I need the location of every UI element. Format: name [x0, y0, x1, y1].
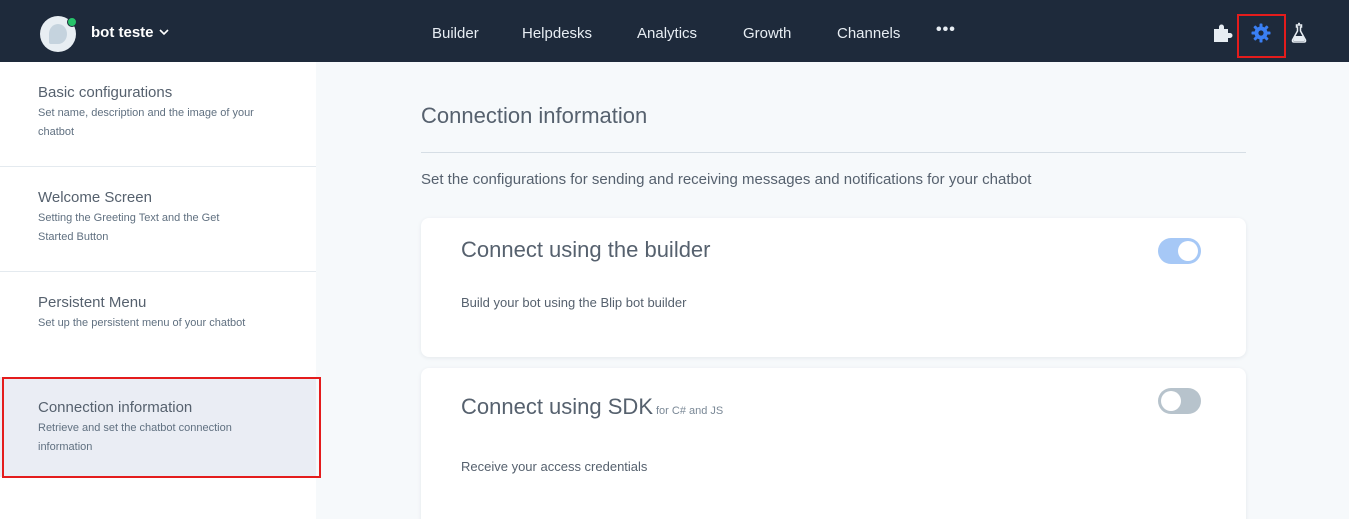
sidebar-item-welcome-screen[interactable]: Welcome Screen Setting the Greeting Text…: [0, 167, 316, 272]
title-divider: [421, 152, 1246, 153]
sidebar-item-description: Set up the persistent menu of your chatb…: [38, 317, 246, 329]
sidebar-item-title: Basic configurations: [38, 84, 173, 101]
chevron-down-icon[interactable]: [158, 26, 170, 38]
card-description: Receive your access credentials: [461, 459, 648, 474]
bot-logo-icon: [49, 24, 67, 44]
online-status-dot: [67, 17, 77, 27]
sidebar-highlight-box: [2, 377, 321, 478]
card-title-text: Connect using SDK: [461, 394, 653, 419]
sidebar-item-description: Setting the Greeting Text and the Get St…: [38, 212, 220, 243]
bot-selector-label[interactable]: bot teste: [91, 24, 154, 41]
page-description: Set the configurations for sending and r…: [421, 171, 1032, 188]
nav-analytics[interactable]: Analytics: [637, 25, 697, 42]
nav-growth[interactable]: Growth: [743, 25, 791, 42]
builder-connection-card: Connect using the builder Build your bot…: [421, 218, 1246, 357]
flask-icon[interactable]: [1288, 22, 1310, 44]
top-navbar: bot teste Builder Helpdesks Analytics Gr…: [0, 0, 1349, 62]
sdk-connection-card: Connect using SDK for C# and JS Receive y…: [421, 368, 1246, 519]
sidebar-item-basic-configurations[interactable]: Basic configurations Set name, descripti…: [0, 62, 316, 167]
nav-channels[interactable]: Channels: [837, 25, 900, 42]
sidebar-item-description: Set name, description and the image of y…: [38, 107, 254, 138]
toggle-knob: [1161, 391, 1181, 411]
builder-toggle[interactable]: [1158, 238, 1201, 264]
sdk-toggle[interactable]: [1158, 388, 1201, 414]
sidebar-item-persistent-menu[interactable]: Persistent Menu Set up the persistent me…: [0, 272, 316, 377]
gear-highlight-box: [1237, 14, 1286, 58]
toggle-knob: [1178, 241, 1198, 261]
card-title: Connect using SDK for C# and JS: [461, 394, 723, 420]
nav-builder[interactable]: Builder: [432, 25, 479, 42]
puzzle-icon[interactable]: [1211, 22, 1233, 44]
card-description: Build your bot using the Blip bot builde…: [461, 295, 687, 310]
nav-helpdesks[interactable]: Helpdesks: [522, 25, 592, 42]
sidebar-item-title: Persistent Menu: [38, 294, 147, 311]
card-title: Connect using the builder: [461, 237, 711, 262]
card-subtitle: for C# and JS: [656, 405, 724, 417]
page-title: Connection information: [421, 103, 648, 128]
sidebar-item-title: Welcome Screen: [38, 189, 152, 206]
more-menu-button[interactable]: •••: [936, 21, 956, 39]
